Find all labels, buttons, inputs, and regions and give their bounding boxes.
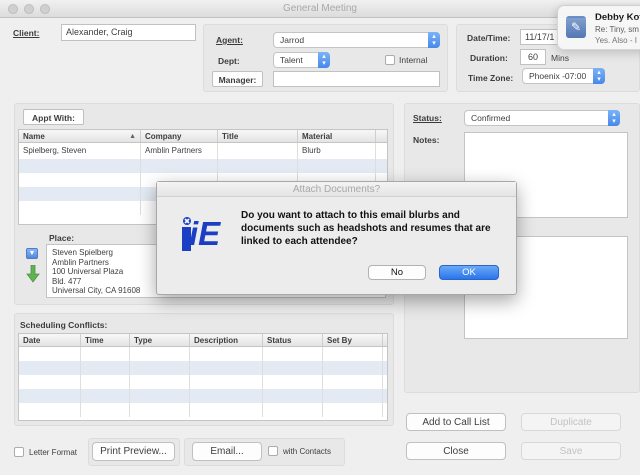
dialog-ok-button[interactable]: OK bbox=[439, 265, 499, 280]
attach-documents-dialog: Attach Documents? iE Do you want to atta… bbox=[156, 181, 517, 295]
app-logo-icon: iE bbox=[179, 215, 221, 253]
traffic-light-zoom-icon[interactable] bbox=[40, 4, 50, 14]
window-titlebar: General Meeting bbox=[0, 0, 640, 18]
window-title: General Meeting bbox=[283, 3, 357, 14]
app-logo-text: iE bbox=[189, 215, 221, 252]
dialog-no-button[interactable]: No bbox=[368, 265, 426, 280]
traffic-light-minimize-icon[interactable] bbox=[24, 4, 34, 14]
traffic-light-close-icon[interactable] bbox=[8, 4, 18, 14]
dialog-title: Attach Documents? bbox=[157, 182, 516, 197]
dialog-message: Do you want to attach to this email blur… bbox=[241, 210, 491, 247]
